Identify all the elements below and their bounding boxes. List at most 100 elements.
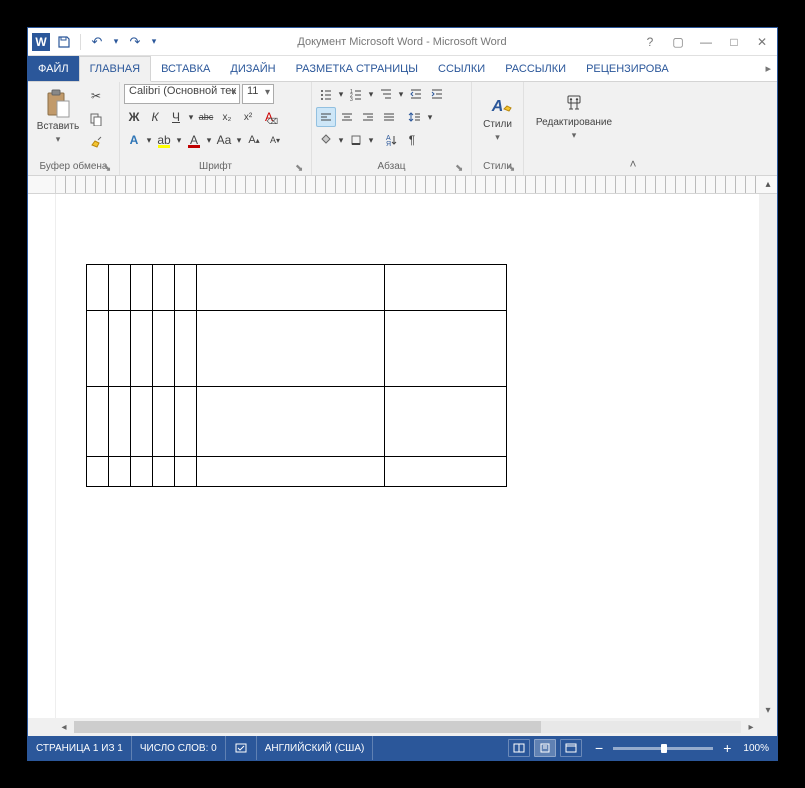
undo-dropdown[interactable]: ▾ (111, 32, 121, 52)
align-left-button[interactable] (316, 107, 336, 127)
status-page[interactable]: СТРАНИЦА 1 ИЗ 1 (28, 736, 132, 760)
show-marks-button[interactable]: ¶ (402, 130, 422, 150)
zoom-level[interactable]: 100% (735, 736, 777, 760)
highlight-dropdown[interactable]: ▾ (175, 130, 183, 150)
svg-text:3: 3 (350, 97, 353, 101)
decrease-indent-button[interactable] (406, 84, 426, 104)
borders-button[interactable] (346, 130, 366, 150)
line-spacing-button[interactable] (405, 107, 425, 127)
shrink-font-button[interactable]: A▾ (265, 130, 285, 150)
editing-button[interactable]: Редактирование ▾ (528, 84, 620, 150)
document-page[interactable] (56, 194, 759, 718)
close-button[interactable]: ✕ (753, 33, 771, 51)
align-right-button[interactable] (358, 107, 378, 127)
numbering-button[interactable]: 123 (346, 84, 366, 104)
horizontal-ruler[interactable]: ▴ (28, 176, 777, 194)
shading-dropdown[interactable]: ▾ (337, 130, 345, 150)
align-justify-button[interactable] (379, 107, 399, 127)
bullets-button[interactable] (316, 84, 336, 104)
italic-button[interactable]: К (145, 107, 165, 127)
vertical-scrollbar[interactable]: ▾ (759, 194, 777, 718)
format-painter-button[interactable] (86, 132, 106, 152)
vertical-ruler[interactable] (28, 194, 56, 718)
tabs-overflow[interactable]: ▸ (759, 56, 777, 81)
styles-launcher[interactable]: ⬊ (507, 163, 517, 173)
text-effects-dropdown[interactable]: ▾ (145, 130, 153, 150)
qat-customize[interactable]: ▾ (149, 32, 159, 52)
copy-button[interactable] (86, 109, 106, 129)
ribbon-display-button[interactable]: ▢ (669, 33, 687, 51)
table-row[interactable] (87, 311, 507, 387)
paste-button[interactable]: Вставить ▾ (32, 84, 84, 150)
shading-button[interactable] (316, 130, 336, 150)
tab-design[interactable]: ДИЗАЙН (220, 56, 285, 81)
change-case-button[interactable]: Aa (214, 130, 234, 150)
status-word-count[interactable]: ЧИСЛО СЛОВ: 0 (132, 736, 226, 760)
collapse-ribbon-button[interactable]: ˄ (629, 157, 636, 171)
font-name-select[interactable]: Calibri (Основной тек (124, 84, 240, 104)
hscroll-right[interactable]: ▸ (743, 722, 759, 733)
vscroll-up[interactable]: ▴ (759, 176, 777, 193)
horizontal-scrollbar[interactable]: ◂ ▸ (28, 718, 777, 736)
group-label-font: Шрифт (199, 161, 232, 172)
view-web-layout[interactable] (560, 739, 582, 757)
table-row[interactable] (87, 387, 507, 457)
borders-dropdown[interactable]: ▾ (367, 130, 375, 150)
text-effects-button[interactable]: A (124, 130, 144, 150)
minimize-button[interactable]: — (697, 33, 715, 51)
tab-mailings[interactable]: РАССЫЛКИ (495, 56, 576, 81)
bold-button[interactable]: Ж (124, 107, 144, 127)
redo-button[interactable]: ↷ (125, 32, 145, 52)
font-size-select[interactable]: 11 (242, 84, 274, 104)
subscript-button[interactable]: x₂ (217, 107, 237, 127)
table-row[interactable] (87, 457, 507, 487)
tab-page-layout[interactable]: РАЗМЕТКА СТРАНИЦЫ (286, 56, 428, 81)
hscroll-thumb[interactable] (74, 721, 541, 733)
status-proofing[interactable] (226, 736, 257, 760)
highlight-button[interactable]: ab (154, 130, 174, 150)
status-language[interactable]: АНГЛИЙСКИЙ (США) (257, 736, 374, 760)
table-row[interactable] (87, 265, 507, 311)
tab-insert[interactable]: ВСТАВКА (151, 56, 220, 81)
change-case-dropdown[interactable]: ▾ (235, 130, 243, 150)
grow-font-button[interactable]: A▴ (244, 130, 264, 150)
bullets-dropdown[interactable]: ▾ (337, 84, 345, 104)
tab-review[interactable]: РЕЦЕНЗИРОВА (576, 56, 679, 81)
underline-dropdown[interactable]: ▾ (187, 107, 195, 127)
multilevel-list-button[interactable] (376, 84, 396, 104)
styles-button[interactable]: A Стили ▾ (476, 84, 519, 150)
multilevel-dropdown[interactable]: ▾ (397, 84, 405, 104)
zoom-slider[interactable] (613, 747, 713, 750)
font-launcher[interactable]: ⬊ (295, 163, 305, 173)
view-print-layout[interactable] (534, 739, 556, 757)
line-spacing-dropdown[interactable]: ▾ (426, 107, 434, 127)
numbering-dropdown[interactable]: ▾ (367, 84, 375, 104)
clipboard-launcher[interactable]: ⬊ (103, 163, 113, 173)
view-read-mode[interactable] (508, 739, 530, 757)
zoom-in-button[interactable]: + (719, 741, 735, 755)
title-bar: W ↶ ▾ ↷ ▾ Документ Microsoft Word - Micr… (28, 28, 777, 56)
paragraph-launcher[interactable]: ⬊ (455, 163, 465, 173)
maximize-button[interactable]: □ (725, 33, 743, 51)
increase-indent-button[interactable] (427, 84, 447, 104)
clear-formatting-button[interactable]: A⌫ (259, 107, 279, 127)
undo-button[interactable]: ↶ (87, 32, 107, 52)
align-center-button[interactable] (337, 107, 357, 127)
help-button[interactable]: ? (641, 33, 659, 51)
tab-home[interactable]: ГЛАВНАЯ (79, 56, 151, 82)
tab-file[interactable]: ФАЙЛ (28, 56, 79, 81)
vscroll-down[interactable]: ▾ (759, 702, 777, 718)
sort-button[interactable]: AЯ (381, 130, 401, 150)
word-icon: W (32, 33, 50, 51)
save-button[interactable] (54, 32, 74, 52)
font-color-button[interactable]: A (184, 130, 204, 150)
superscript-button[interactable]: x² (238, 107, 258, 127)
zoom-out-button[interactable]: − (591, 741, 607, 755)
font-color-dropdown[interactable]: ▾ (205, 130, 213, 150)
cut-button[interactable]: ✂ (86, 86, 106, 106)
underline-button[interactable]: Ч (166, 107, 186, 127)
hscroll-left[interactable]: ◂ (56, 722, 72, 733)
document-table[interactable] (86, 264, 507, 487)
strikethrough-button[interactable]: abc (196, 107, 216, 127)
tab-references[interactable]: ССЫЛКИ (428, 56, 495, 81)
